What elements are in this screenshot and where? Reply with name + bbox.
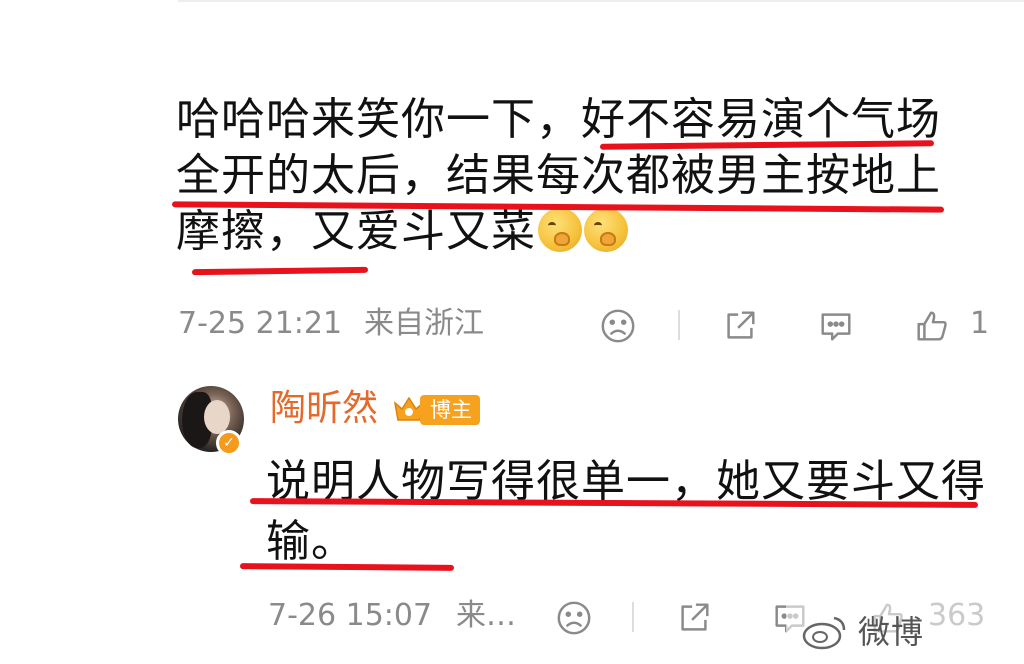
top-divider xyxy=(178,0,1024,2)
reply-source: 来… xyxy=(456,598,516,633)
comment-time: 7-25 21:21 xyxy=(178,306,343,341)
share-icon[interactable] xyxy=(720,306,760,346)
blogger-badge-label: 博主 xyxy=(420,395,480,425)
comment-body: 哈哈哈来笑你一下，好不容易演个气场全开的太后，结果每次都被男主按地上摩擦，又爱斗… xyxy=(176,92,966,260)
comment-icon[interactable] xyxy=(816,306,856,346)
verified-badge-icon: ✓ xyxy=(216,430,242,456)
dislike-icon[interactable] xyxy=(598,306,638,346)
reply-time: 7-26 15:07 xyxy=(268,598,433,633)
reply-username[interactable]: 陶昕然 xyxy=(270,386,378,432)
share-icon[interactable] xyxy=(674,598,714,638)
divider xyxy=(678,310,680,340)
laugh-emoji-icon xyxy=(538,208,582,252)
highlight-underline xyxy=(191,266,369,276)
watermark-text: 微博 xyxy=(858,613,925,651)
reply-text: 说明人物写得很单一，她又要斗又得输。 xyxy=(266,456,986,567)
comment-meta: 7-25 21:21 来自浙江 1 xyxy=(178,304,998,344)
blogger-badge: 博主 xyxy=(392,392,480,428)
weibo-logo-icon xyxy=(802,616,846,650)
like-count: 1 xyxy=(970,306,990,341)
like-icon[interactable] xyxy=(912,306,952,346)
divider xyxy=(632,602,634,632)
laugh-emoji-icon xyxy=(584,208,628,252)
dislike-icon[interactable] xyxy=(554,598,594,638)
comment-source: 来自浙江 xyxy=(364,306,484,341)
